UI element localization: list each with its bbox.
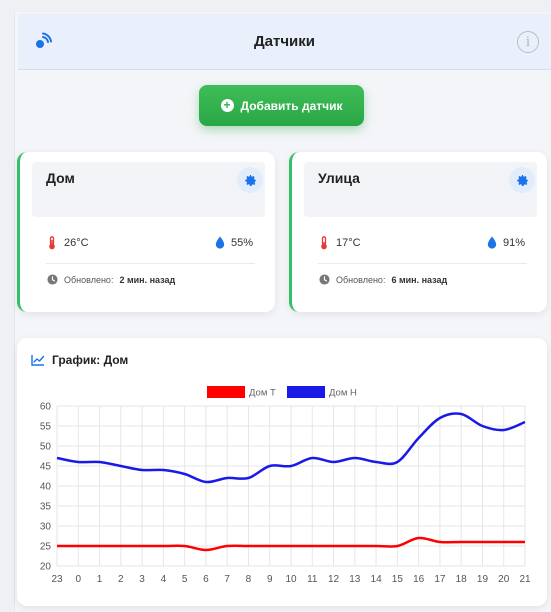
x-tick-label: 3 [139,574,145,585]
divider [46,263,255,264]
updated-status: Обновлено: 6 мин. назад [319,274,447,285]
gear-icon [516,174,528,186]
plus-icon: + [220,99,234,112]
x-tick-label: 13 [349,574,361,585]
x-tick-label: 18 [456,574,468,585]
legend-swatch [207,386,245,398]
temperature-value: 17°C [336,237,361,249]
x-tick-label: 16 [413,574,425,585]
updated-label: Обновлено: [336,274,386,285]
sensor-signal-icon [36,32,52,48]
app-header: Датчики i [18,14,551,70]
y-tick-label: 60 [40,402,52,413]
temperature-value: 26°C [64,237,89,249]
x-tick-label: 0 [75,574,81,585]
thermometer-icon [49,236,55,250]
settings-button[interactable] [237,167,263,193]
y-tick-label: 40 [40,482,52,493]
x-tick-label: 6 [203,574,209,585]
y-tick-label: 20 [40,562,52,573]
y-tick-label: 55 [40,422,52,433]
add-sensor-label: Добавить датчик [240,98,343,113]
sensor-card[interactable]: Улица 17°C 91% Обновлено: 6 мин. назад [289,152,547,312]
x-tick-label: 19 [477,574,489,585]
line-chart: 20253035404550556023 0 1 2 3 4 5 6 7 8 9 10 11 12 13 14… [40,386,531,585]
x-tick-label: 11 [307,574,318,585]
x-tick-label: 7 [224,574,230,585]
temperature-reading: 17°C [320,236,361,250]
sensor-name: Улица [318,170,360,186]
droplet-icon [215,236,225,249]
legend-label: Дом T [249,388,276,399]
chart-card: График: Дом 20 25 30 35 40 45 50 55 60 23 0 1 2 3 4 5 6 7… [17,338,547,606]
y-tick-label: 35 [40,502,52,513]
clock-icon [319,274,330,285]
x-tick-label: 2 [118,574,124,585]
divider [318,263,527,264]
clock-icon [47,274,58,285]
y-tick-label: 25 [40,542,52,553]
humidity-value: 55% [230,236,253,249]
x-tick-label: 4 [161,574,167,585]
x-tick-label: 8 [246,574,252,585]
settings-button[interactable] [509,167,535,193]
x-tick-label: 20 [498,574,510,585]
y-tick-label: 30 [40,522,52,533]
info-icon[interactable]: i [517,31,539,53]
humidity-reading: 91% [487,236,525,249]
sensor-card[interactable]: Дом 26°C 55% Обновлено: 2 мин. назад [17,152,275,312]
x-tick-label: 23 [51,574,63,585]
x-tick-label: 15 [392,574,404,585]
x-tick-label: 12 [328,574,340,585]
updated-label: Обновлено: [64,274,114,285]
temperature-reading: 26°C [48,236,89,250]
y-tick-label: 50 [40,442,52,453]
humidity-value: 91% [502,236,525,249]
humidity-reading: 55% [215,236,253,249]
add-sensor-button[interactable]: + Добавить датчик [199,85,364,126]
updated-time: 6 мин. назад [391,274,448,285]
updated-time: 2 мин. назад [119,274,176,285]
x-tick-label: 14 [371,574,383,585]
x-tick-label: 21 [519,574,531,585]
x-tick-label: 9 [267,574,273,585]
updated-status: Обновлено: 2 мин. назад [47,274,175,285]
y-tick-label: 45 [40,462,52,473]
sensor-name: Дом [46,170,75,186]
thermometer-icon [321,236,327,250]
x-tick-label: 10 [285,574,297,585]
droplet-icon [487,236,497,249]
page-title: Датчики [253,33,316,50]
legend-swatch [287,386,325,398]
x-tick-label: 1 [97,574,103,585]
x-tick-label: 5 [182,574,188,585]
x-tick-label: 17 [434,574,446,585]
gear-icon [244,174,256,186]
legend-label: Дом H [329,388,357,399]
